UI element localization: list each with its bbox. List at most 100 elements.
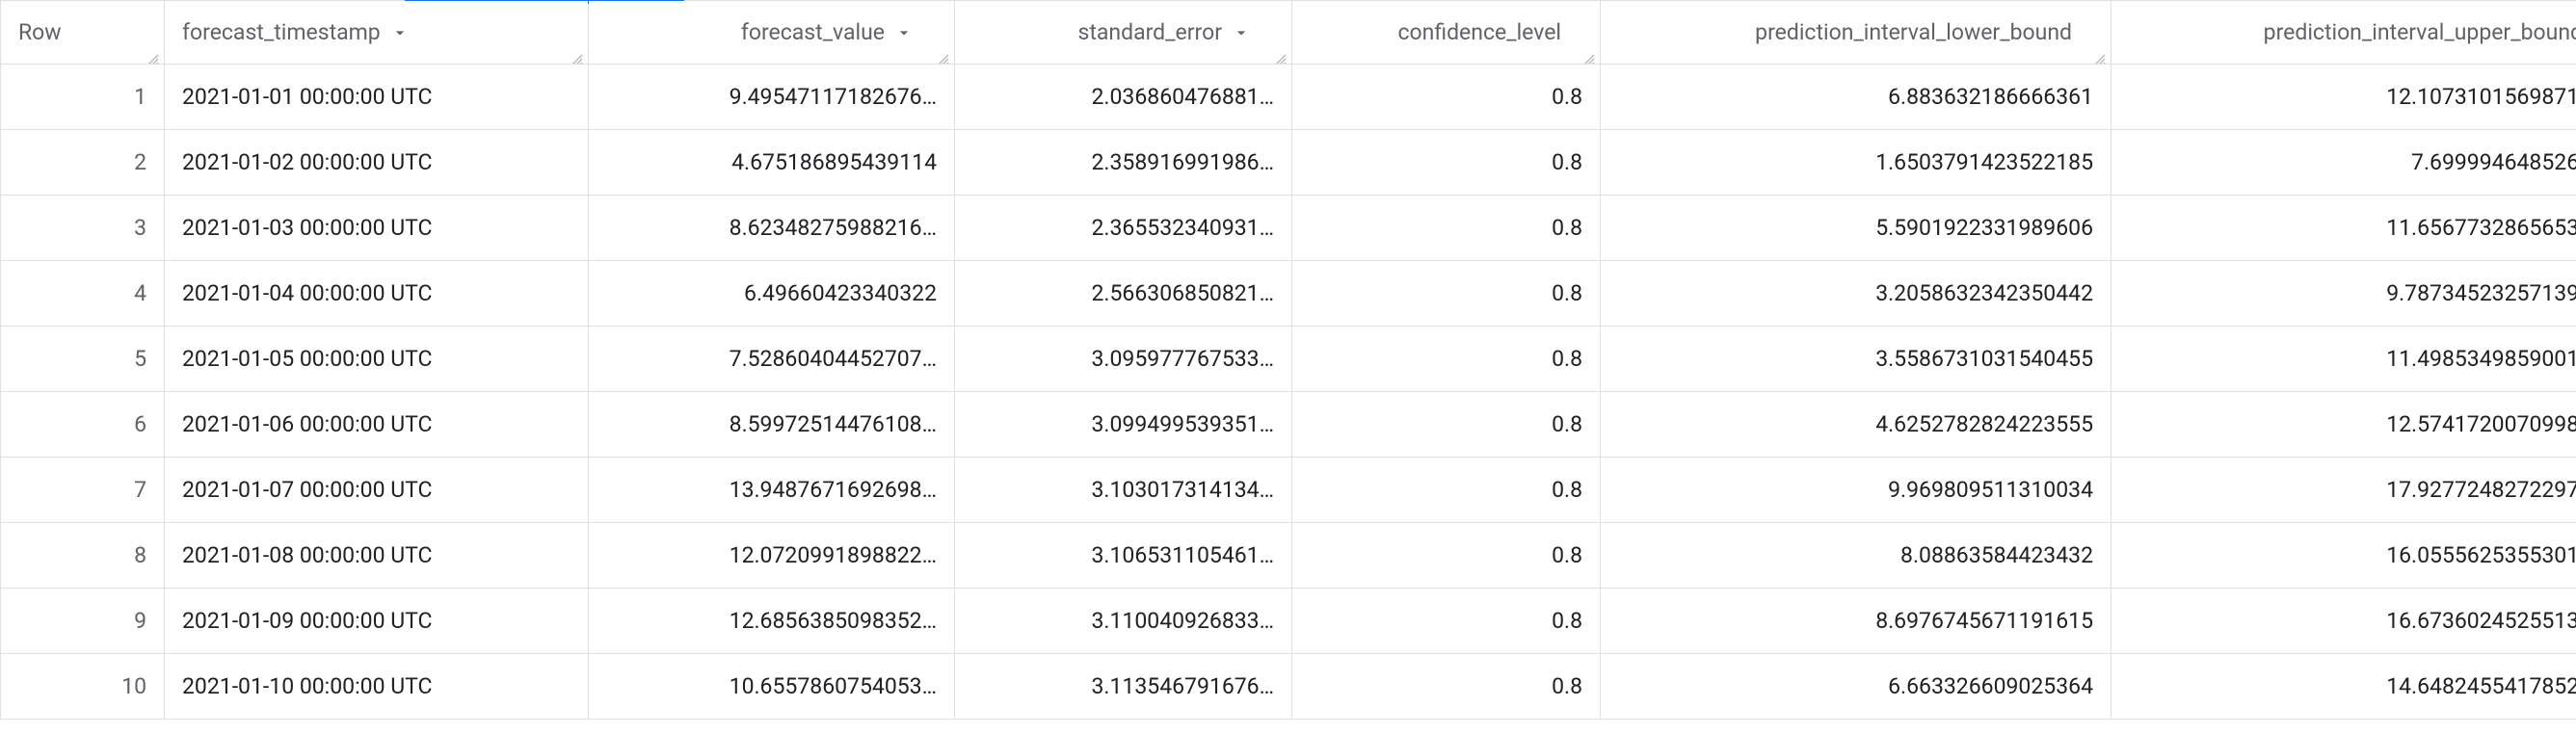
column-label: Row — [18, 19, 62, 45]
cell-confidence-level: 0.8 — [1292, 261, 1601, 327]
cell-forecast-value: 4.675186895439114 — [589, 130, 955, 196]
cell-forecast-value: 12.0720991898822… — [589, 523, 955, 589]
cell-row-index: 10 — [1, 654, 165, 720]
cell-confidence-level: 0.8 — [1292, 654, 1601, 720]
cell-forecast-value: 8.62348275988216… — [589, 196, 955, 261]
cell-prediction-upper: 12.107310156987168 — [2111, 65, 2576, 130]
cell-forecast-timestamp: 2021-01-03 00:00:00 UTC — [165, 196, 589, 261]
column-header-prediction-lower[interactable]: prediction_interval_lower_bound — [1601, 1, 2111, 65]
column-header-standard-error[interactable]: standard_error — [955, 1, 1292, 65]
resize-handle-icon[interactable] — [145, 46, 160, 62]
dropdown-icon[interactable] — [892, 21, 916, 44]
column-label: standard_error — [1078, 19, 1223, 45]
cell-standard-error: 2.566306850821… — [955, 261, 1292, 327]
cell-standard-error: 3.113546791676… — [955, 654, 1292, 720]
cell-forecast-value: 13.9487671692698… — [589, 458, 955, 523]
results-table: Row forecast_timestamp forecast_value — [0, 0, 2576, 720]
table-row: 32021-01-03 00:00:00 UTC8.62348275988216… — [1, 196, 2576, 261]
column-header-prediction-upper[interactable]: prediction_interval_upper_bound — [2111, 1, 2576, 65]
cell-prediction-upper: 16.673602452551354 — [2111, 589, 2576, 654]
cell-standard-error: 2.358916991986… — [955, 130, 1292, 196]
column-label: prediction_interval_upper_bound — [2264, 19, 2576, 45]
cell-row-index: 6 — [1, 392, 165, 458]
table-row: 72021-01-07 00:00:00 UTC13.9487671692698… — [1, 458, 2576, 523]
cell-confidence-level: 0.8 — [1292, 458, 1601, 523]
cell-standard-error: 2.036860476881… — [955, 65, 1292, 130]
cell-confidence-level: 0.8 — [1292, 65, 1601, 130]
table-row: 92021-01-09 00:00:00 UTC12.6856385098352… — [1, 589, 2576, 654]
column-header-forecast-value[interactable]: forecast_value — [589, 1, 955, 65]
resize-handle-icon[interactable] — [1580, 46, 1596, 62]
cell-prediction-upper: 16.055562535530161 — [2111, 523, 2576, 589]
cell-prediction-lower: 8.08863584423432 — [1601, 523, 2111, 589]
cell-standard-error: 3.110040926833… — [955, 589, 1292, 654]
cell-standard-error: 3.103017314134… — [955, 458, 1292, 523]
dropdown-icon[interactable] — [1230, 21, 1253, 44]
cell-standard-error: 3.095977767533… — [955, 327, 1292, 392]
cell-forecast-timestamp: 2021-01-09 00:00:00 UTC — [165, 589, 589, 654]
column-header-forecast-timestamp[interactable]: forecast_timestamp — [165, 1, 589, 65]
cell-forecast-timestamp: 2021-01-02 00:00:00 UTC — [165, 130, 589, 196]
column-header-confidence-level[interactable]: confidence_level — [1292, 1, 1601, 65]
cell-prediction-upper: 11.656773286565363 — [2111, 196, 2576, 261]
dropdown-icon[interactable] — [388, 21, 412, 44]
cell-prediction-upper: 14.648245541785265 — [2111, 654, 2576, 720]
cell-prediction-lower: 1.6503791423522185 — [1601, 130, 2111, 196]
cell-prediction-lower: 9.969809511310034 — [1601, 458, 2111, 523]
cell-forecast-value: 9.49547117182676… — [589, 65, 955, 130]
cell-confidence-level: 0.8 — [1292, 392, 1601, 458]
cell-forecast-value: 8.59972514476108… — [589, 392, 955, 458]
table-row: 82021-01-08 00:00:00 UTC12.0720991898822… — [1, 523, 2576, 589]
cell-confidence-level: 0.8 — [1292, 196, 1601, 261]
table-row: 12021-01-01 00:00:00 UTC9.49547117182676… — [1, 65, 2576, 130]
cell-row-index: 4 — [1, 261, 165, 327]
cell-prediction-upper: 17.927724827229738 — [2111, 458, 2576, 523]
cell-forecast-timestamp: 2021-01-04 00:00:00 UTC — [165, 261, 589, 327]
cell-forecast-value: 6.49660423340322 — [589, 261, 955, 327]
cell-forecast-value: 10.6557860754053… — [589, 654, 955, 720]
cell-forecast-value: 7.52860404452707… — [589, 327, 955, 392]
table-row: 52021-01-05 00:00:00 UTC7.52860404452707… — [1, 327, 2576, 392]
cell-prediction-lower: 5.5901922331989606 — [1601, 196, 2111, 261]
cell-confidence-level: 0.8 — [1292, 130, 1601, 196]
column-label: forecast_timestamp — [182, 19, 381, 45]
cell-forecast-timestamp: 2021-01-06 00:00:00 UTC — [165, 392, 589, 458]
cell-standard-error: 2.365532340931… — [955, 196, 1292, 261]
cell-prediction-lower: 4.6252782824223555 — [1601, 392, 2111, 458]
cell-confidence-level: 0.8 — [1292, 523, 1601, 589]
cell-confidence-level: 0.8 — [1292, 589, 1601, 654]
column-label: forecast_value — [741, 19, 885, 45]
table-row: 62021-01-06 00:00:00 UTC8.59972514476108… — [1, 392, 2576, 458]
column-label: confidence_level — [1397, 19, 1561, 45]
cell-prediction-lower: 6.663326609025364 — [1601, 654, 2111, 720]
table-row: 102021-01-10 00:00:00 UTC10.655786075405… — [1, 654, 2576, 720]
cell-forecast-timestamp: 2021-01-08 00:00:00 UTC — [165, 523, 589, 589]
resize-handle-icon[interactable] — [935, 46, 950, 62]
cell-forecast-value: 12.6856385098352… — [589, 589, 955, 654]
table-row: 22021-01-02 00:00:00 UTC4.67518689543911… — [1, 130, 2576, 196]
cell-row-index: 2 — [1, 130, 165, 196]
cell-row-index: 9 — [1, 589, 165, 654]
table-row: 42021-01-04 00:00:00 UTC6.49660423340322… — [1, 261, 2576, 327]
cell-prediction-lower: 3.2058632342350442 — [1601, 261, 2111, 327]
column-header-row[interactable]: Row — [1, 1, 165, 65]
cell-forecast-timestamp: 2021-01-10 00:00:00 UTC — [165, 654, 589, 720]
resize-handle-icon[interactable] — [569, 46, 584, 62]
cell-row-index: 5 — [1, 327, 165, 392]
cell-forecast-timestamp: 2021-01-01 00:00:00 UTC — [165, 65, 589, 130]
cell-prediction-lower: 8.6976745671191615 — [1601, 589, 2111, 654]
cell-prediction-upper: 11.498534985900113 — [2111, 327, 2576, 392]
cell-prediction-upper: 12.574172007099813 — [2111, 392, 2576, 458]
cell-prediction-upper: 7.69999464852601 — [2111, 130, 2576, 196]
cell-standard-error: 3.099499539351… — [955, 392, 1292, 458]
resize-handle-icon[interactable] — [2091, 46, 2107, 62]
cell-row-index: 1 — [1, 65, 165, 130]
cell-forecast-timestamp: 2021-01-07 00:00:00 UTC — [165, 458, 589, 523]
cell-row-index: 8 — [1, 523, 165, 589]
cell-row-index: 7 — [1, 458, 165, 523]
cell-prediction-lower: 6.883632186666361 — [1601, 65, 2111, 130]
cell-forecast-timestamp: 2021-01-05 00:00:00 UTC — [165, 327, 589, 392]
cell-confidence-level: 0.8 — [1292, 327, 1601, 392]
resize-handle-icon[interactable] — [1272, 46, 1288, 62]
cell-row-index: 3 — [1, 196, 165, 261]
